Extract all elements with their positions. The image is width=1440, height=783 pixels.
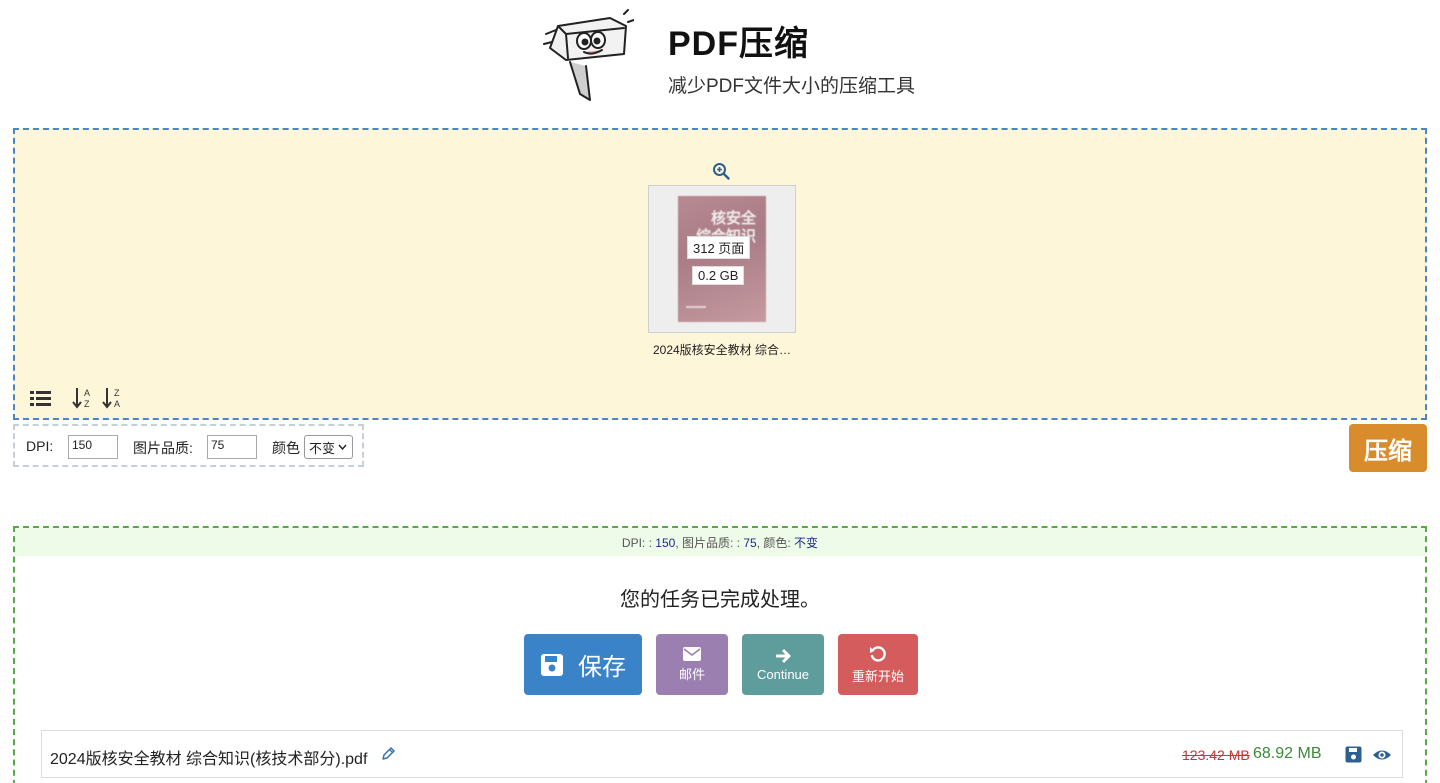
save-button[interactable]: 保存 — [524, 634, 642, 695]
result-file-name: 2024版核安全教材 综合知识(核技术部分).pdf — [50, 751, 368, 768]
logo-icon — [543, 9, 634, 101]
file-dropzone[interactable]: 核安全 综合知识 312 页面 0.2 GB 2024版核安全教材 综合… A … — [13, 128, 1427, 420]
file-size-badge: 0.2 GB — [692, 266, 745, 285]
result-file-row: 2024版核安全教材 综合知识(核技术部分).pdf 123.42 MB 68.… — [41, 730, 1403, 778]
sort-az-icon[interactable]: A Z — [71, 386, 95, 410]
page-title: PDF压缩 — [668, 25, 809, 63]
settings-summary: DPI: : 150, 图片品质: : 75, 颜色: 不变 — [15, 528, 1425, 556]
color-select-value: 不变 — [309, 440, 336, 456]
dpi-input[interactable]: 150 — [68, 435, 118, 459]
summary-color-label: , 颜色: — [756, 536, 791, 550]
floppy-disk-icon — [541, 653, 563, 676]
completion-message: 您的任务已完成处理。 — [620, 589, 820, 611]
eye-icon[interactable] — [1372, 747, 1392, 763]
summary-color-value: 不变 — [794, 536, 819, 550]
thumbnail-file-name: 2024版核安全教材 综合… — [652, 343, 792, 357]
color-label: 颜色 — [272, 440, 300, 456]
original-size: 123.42 MB — [1182, 747, 1250, 763]
summary-dpi-value: 150 — [655, 536, 676, 550]
pdf-cover-image: 核安全 综合知识 — [678, 196, 766, 322]
email-button-label: 邮件 — [678, 666, 705, 682]
color-select[interactable]: 不变 — [304, 435, 353, 459]
arrow-right-icon — [776, 648, 791, 663]
save-button-label: 保存 — [578, 654, 626, 681]
svg-text:Z: Z — [84, 399, 90, 409]
summary-quality-label: , 图片品质: : — [675, 536, 740, 550]
continue-button[interactable]: Continue — [742, 634, 824, 695]
page-header: PDF压缩 减少PDF文件大小的压缩工具 — [0, 0, 1440, 120]
compress-button[interactable]: 压缩 — [1349, 424, 1427, 472]
sort-za-icon[interactable]: Z A — [101, 386, 125, 410]
pdf-thumbnail[interactable]: 核安全 综合知识 312 页面 0.2 GB — [648, 185, 796, 333]
compression-options: DPI: 150 图片品质: 75 颜色 不变 — [13, 424, 364, 467]
floppy-disk-icon[interactable] — [1345, 746, 1362, 763]
svg-text:A: A — [84, 388, 90, 398]
envelope-icon — [683, 646, 701, 661]
quality-label: 图片品质: — [133, 440, 193, 456]
compressed-size: 68.92 MB — [1253, 745, 1322, 762]
pencil-icon[interactable] — [380, 746, 396, 762]
restart-button[interactable]: 重新开始 — [838, 634, 918, 695]
zoom-in-icon[interactable] — [712, 162, 730, 180]
list-view-icon[interactable] — [29, 386, 53, 410]
quality-input[interactable]: 75 — [207, 435, 257, 459]
svg-text:Z: Z — [114, 388, 120, 398]
continue-button-label: Continue — [756, 666, 810, 682]
page-count-badge: 312 页面 — [687, 236, 751, 259]
svg-text:A: A — [114, 399, 120, 409]
undo-icon — [870, 645, 886, 662]
summary-dpi-label: DPI: : — [621, 536, 652, 550]
chevron-down-icon — [338, 444, 347, 450]
page-subtitle: 减少PDF文件大小的压缩工具 — [668, 76, 916, 97]
result-panel: DPI: : 150, 图片品质: : 75, 颜色: 不变 您的任务已完成处理… — [13, 526, 1427, 783]
cover-title-line1: 核安全 — [710, 210, 756, 227]
summary-quality-value: 75 — [743, 536, 757, 550]
dpi-label: DPI: — [26, 438, 54, 454]
email-button[interactable]: 邮件 — [656, 634, 728, 695]
restart-button-label: 重新开始 — [851, 668, 904, 684]
